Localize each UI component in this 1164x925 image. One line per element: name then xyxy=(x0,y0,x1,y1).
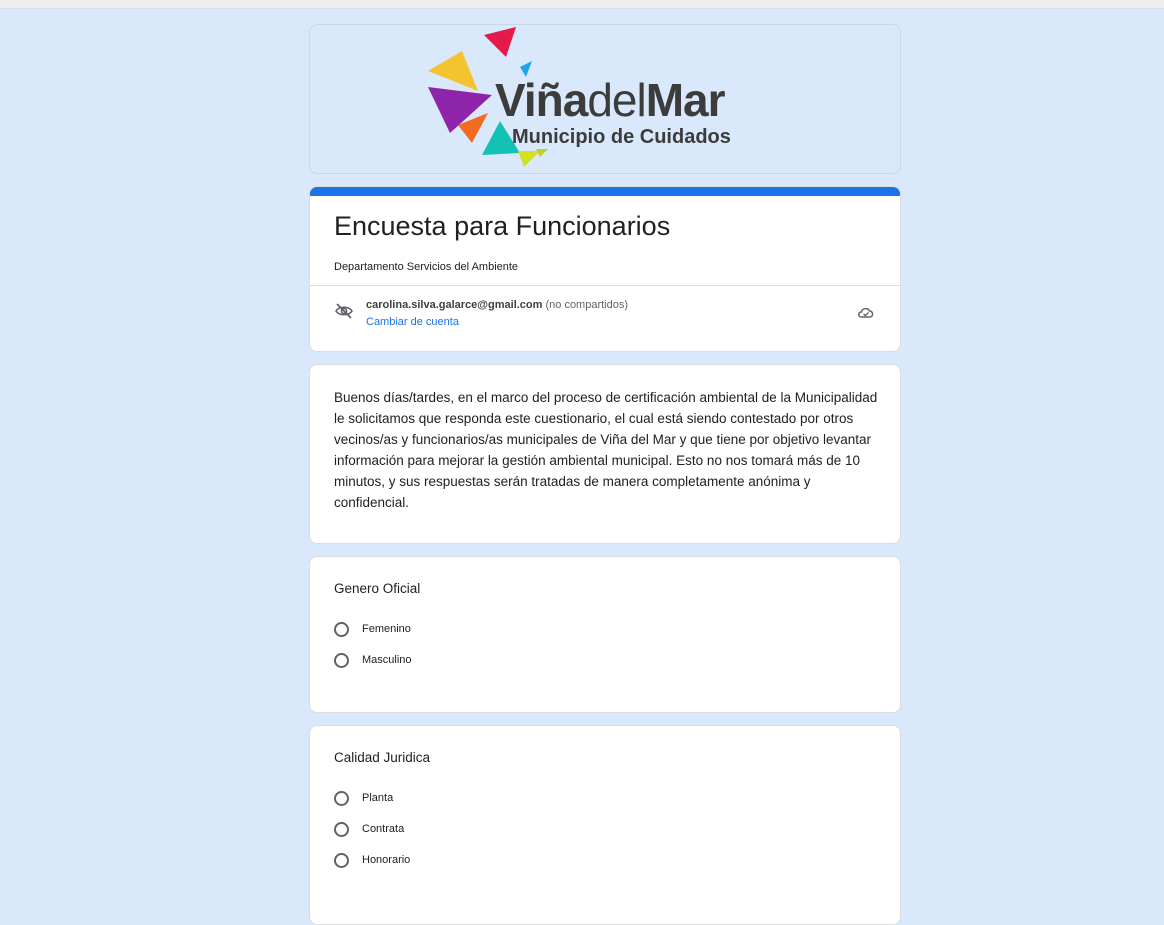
cloud-done-icon[interactable] xyxy=(856,303,876,321)
question-card-genero: Genero Oficial Femenino Masculino xyxy=(309,556,901,713)
logo-text-del: del xyxy=(587,74,645,126)
switch-account-link[interactable]: Cambiar de cuenta xyxy=(366,316,459,328)
browser-top-strip xyxy=(0,0,1164,9)
form-title-card: Encuesta para Funcionarios Departamento … xyxy=(309,186,901,352)
account-email-line: carolina.silva.galarce@gmail.com (no com… xyxy=(366,299,628,311)
radio-button[interactable] xyxy=(334,790,349,806)
question-title: Genero Oficial xyxy=(334,581,421,596)
question-card-calidad-juridica: Calidad Juridica Planta Contrata Honorar… xyxy=(309,725,901,925)
title-card-divider xyxy=(310,285,900,286)
form-title: Encuesta para Funcionarios xyxy=(334,211,671,241)
option-label: Masculino xyxy=(362,654,412,666)
radio-option-masculino[interactable]: Masculino xyxy=(334,650,876,670)
title-card-accent-bar xyxy=(310,187,900,196)
radio-button[interactable] xyxy=(334,621,349,637)
logo-text-mar: Mar xyxy=(646,74,726,126)
radio-option-planta[interactable]: Planta xyxy=(334,788,876,808)
option-label: Planta xyxy=(362,792,394,804)
intro-text: Buenos días/tardes, en el marco del proc… xyxy=(334,390,878,510)
radio-option-honorario[interactable]: Honorario xyxy=(334,850,876,870)
eye-off-icon xyxy=(335,303,353,319)
form-description: Departamento Servicios del Ambiente xyxy=(334,261,519,273)
radio-button[interactable] xyxy=(334,652,349,668)
radio-option-contrata[interactable]: Contrata xyxy=(334,819,876,839)
option-label: Contrata xyxy=(362,823,405,835)
logo-shard-red xyxy=(484,27,516,57)
radio-button[interactable] xyxy=(334,821,349,837)
logo-tagline: Municipio de Cuidados xyxy=(512,126,731,148)
logo-text-vina: Viña xyxy=(495,74,589,126)
header-banner: ViñadelMar Municipio de Cuidados xyxy=(309,24,901,174)
account-row: carolina.silva.galarce@gmail.com (no com… xyxy=(334,299,876,335)
radio-option-femenino[interactable]: Femenino xyxy=(334,619,876,639)
brand-logo: ViñadelMar Municipio de Cuidados xyxy=(428,27,731,167)
option-label: Femenino xyxy=(362,623,411,635)
question-title: Calidad Juridica xyxy=(334,750,431,765)
logo-shard-lime xyxy=(518,151,540,167)
svg-text:ViñadelMar: ViñadelMar xyxy=(495,74,726,126)
logo-shard-yellow xyxy=(428,51,478,91)
account-email: carolina.silva.galarce@gmail.com xyxy=(366,299,543,311)
form-column: ViñadelMar Municipio de Cuidados Encuest… xyxy=(309,24,901,925)
option-label: Honorario xyxy=(362,854,411,866)
radio-button[interactable] xyxy=(334,852,349,868)
intro-card: Buenos días/tardes, en el marco del proc… xyxy=(309,364,901,544)
sharing-note: (no compartidos) xyxy=(545,299,629,311)
